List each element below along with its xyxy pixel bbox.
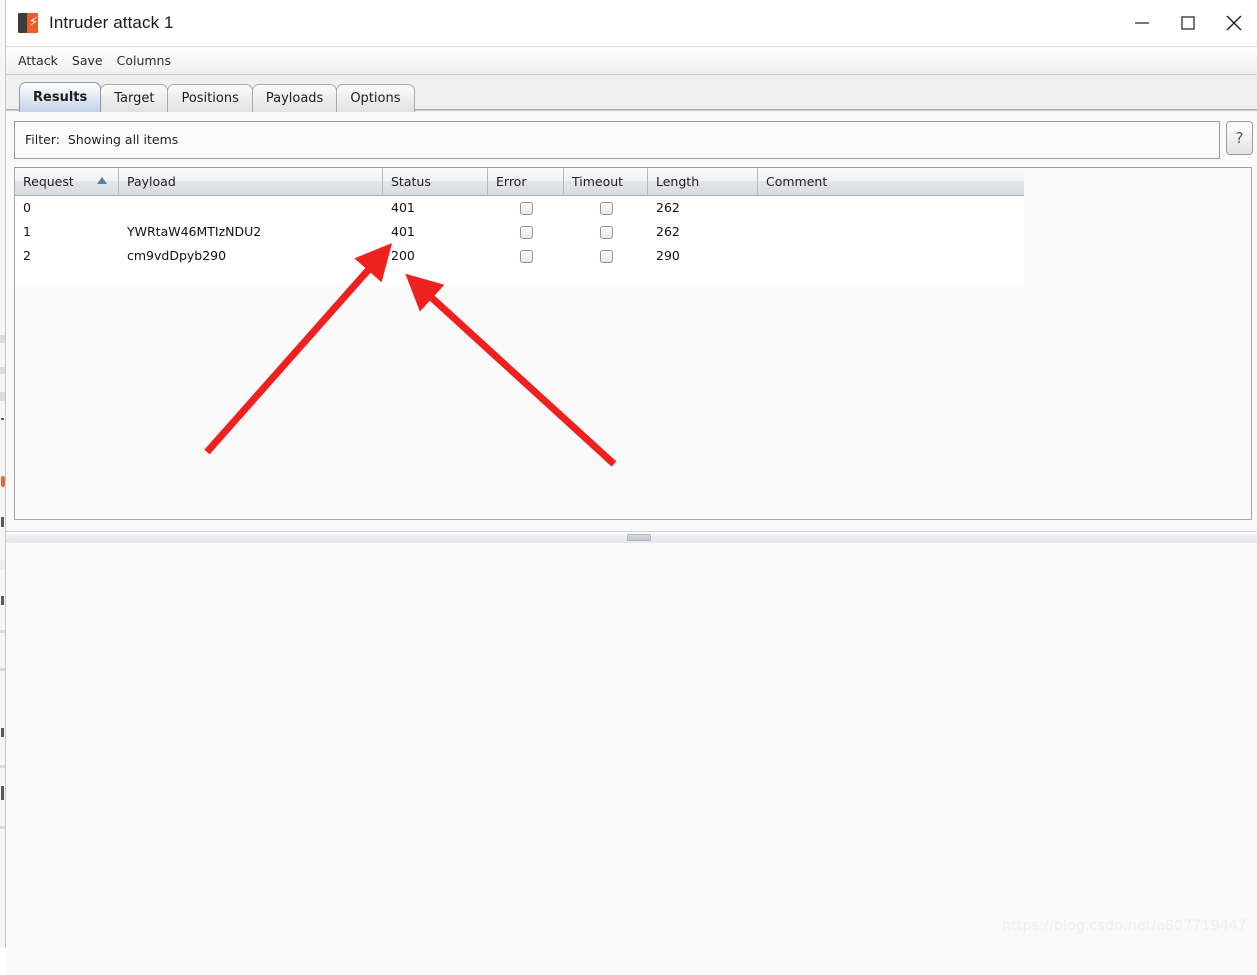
column-label-timeout: Timeout bbox=[572, 174, 624, 189]
intruder-attack-window: ⚡ Intruder attack 1 Attack Save Columns … bbox=[5, 0, 1257, 975]
tab-payloads[interactable]: Payloads bbox=[251, 84, 338, 112]
tab-positions[interactable]: Positions bbox=[167, 84, 253, 112]
tab-options[interactable]: Options bbox=[336, 84, 415, 112]
cell-length: 290 bbox=[656, 248, 680, 263]
cell-request: 0 bbox=[23, 200, 31, 215]
column-header-status[interactable]: Status bbox=[383, 168, 488, 195]
cell-timeout bbox=[564, 220, 648, 244]
menu-item-attack[interactable]: Attack bbox=[18, 53, 58, 68]
cell-error bbox=[488, 196, 564, 220]
cell-comment bbox=[758, 196, 1018, 220]
cell-payload: YWRtaW46MTIzNDU2 bbox=[127, 224, 262, 239]
cell-status: 200 bbox=[391, 248, 415, 263]
results-content: Filter: Showing all items ? Request Payl… bbox=[6, 112, 1257, 975]
menu-bar: Attack Save Columns bbox=[6, 46, 1257, 75]
timeout-checkbox[interactable] bbox=[599, 249, 613, 263]
cell-comment bbox=[758, 244, 1018, 268]
tab-results[interactable]: Results bbox=[19, 82, 102, 112]
cell-payload bbox=[119, 196, 383, 220]
results-table: Request Payload Status Error Timeout Len… bbox=[14, 167, 1252, 520]
table-body: 0 401 262 1 YWRtaW46MTIzNDU2 401 262 2 c… bbox=[15, 196, 1024, 286]
burp-suite-icon: ⚡ bbox=[18, 12, 40, 34]
window-controls bbox=[1119, 0, 1257, 46]
column-label-length: Length bbox=[656, 174, 700, 189]
table-header-row: Request Payload Status Error Timeout Len… bbox=[15, 168, 1024, 196]
cell-error bbox=[488, 244, 564, 268]
cell-length: 262 bbox=[656, 200, 680, 215]
filter-label: Filter: Showing all items bbox=[25, 132, 179, 147]
filter-row: Filter: Showing all items ? bbox=[14, 121, 1253, 159]
column-label-payload: Payload bbox=[127, 174, 176, 189]
error-checkbox[interactable] bbox=[519, 201, 533, 215]
cell-comment bbox=[758, 220, 1018, 244]
close-button[interactable] bbox=[1211, 0, 1257, 46]
results-top-pane: Filter: Showing all items ? Request Payl… bbox=[6, 112, 1257, 531]
table-row[interactable]: 1 YWRtaW46MTIzNDU2 401 262 bbox=[15, 220, 1024, 244]
minimize-button[interactable] bbox=[1119, 0, 1165, 46]
menu-item-save[interactable]: Save bbox=[72, 53, 103, 68]
cell-error bbox=[488, 220, 564, 244]
cell-timeout bbox=[564, 244, 648, 268]
table-row[interactable]: 2 cm9vdDpyb290 200 290 bbox=[15, 244, 1024, 268]
title-bar: ⚡ Intruder attack 1 bbox=[6, 0, 1257, 46]
column-header-error[interactable]: Error bbox=[488, 168, 564, 195]
error-checkbox[interactable] bbox=[519, 225, 533, 239]
column-header-payload[interactable]: Payload bbox=[119, 168, 383, 195]
pane-splitter[interactable] bbox=[6, 531, 1257, 543]
request-response-pane bbox=[6, 544, 1257, 975]
timeout-checkbox[interactable] bbox=[599, 201, 613, 215]
watermark: https://blog.csdn.net/a807719447 bbox=[1002, 918, 1247, 934]
window-title: Intruder attack 1 bbox=[49, 13, 174, 32]
column-header-comment[interactable]: Comment bbox=[758, 168, 1018, 195]
cell-status: 401 bbox=[391, 200, 415, 215]
table-row[interactable]: 0 401 262 bbox=[15, 196, 1024, 220]
cell-request: 1 bbox=[23, 224, 31, 239]
column-header-request[interactable]: Request bbox=[15, 168, 119, 195]
filter-bar[interactable]: Filter: Showing all items bbox=[14, 121, 1220, 159]
maximize-button[interactable] bbox=[1165, 0, 1211, 46]
cell-timeout bbox=[564, 196, 648, 220]
timeout-checkbox[interactable] bbox=[599, 225, 613, 239]
splitter-handle[interactable] bbox=[627, 534, 651, 541]
menu-item-columns[interactable]: Columns bbox=[117, 53, 171, 68]
sort-ascending-icon bbox=[97, 177, 107, 184]
tab-target[interactable]: Target bbox=[100, 84, 169, 112]
column-label-error: Error bbox=[496, 174, 527, 189]
error-checkbox[interactable] bbox=[519, 249, 533, 263]
column-label-comment: Comment bbox=[766, 174, 828, 189]
cell-request: 2 bbox=[23, 248, 31, 263]
table-empty-filler bbox=[15, 268, 1024, 286]
cell-payload: cm9vdDpyb290 bbox=[127, 248, 227, 263]
cell-status: 401 bbox=[391, 224, 415, 239]
cell-length: 262 bbox=[656, 224, 680, 239]
column-header-timeout[interactable]: Timeout bbox=[564, 168, 648, 195]
column-label-request: Request bbox=[23, 174, 74, 189]
column-label-status: Status bbox=[391, 174, 431, 189]
column-header-length[interactable]: Length bbox=[648, 168, 758, 195]
tab-strip: Results Target Positions Payloads Option… bbox=[6, 75, 1257, 112]
help-icon[interactable]: ? bbox=[1226, 121, 1253, 155]
